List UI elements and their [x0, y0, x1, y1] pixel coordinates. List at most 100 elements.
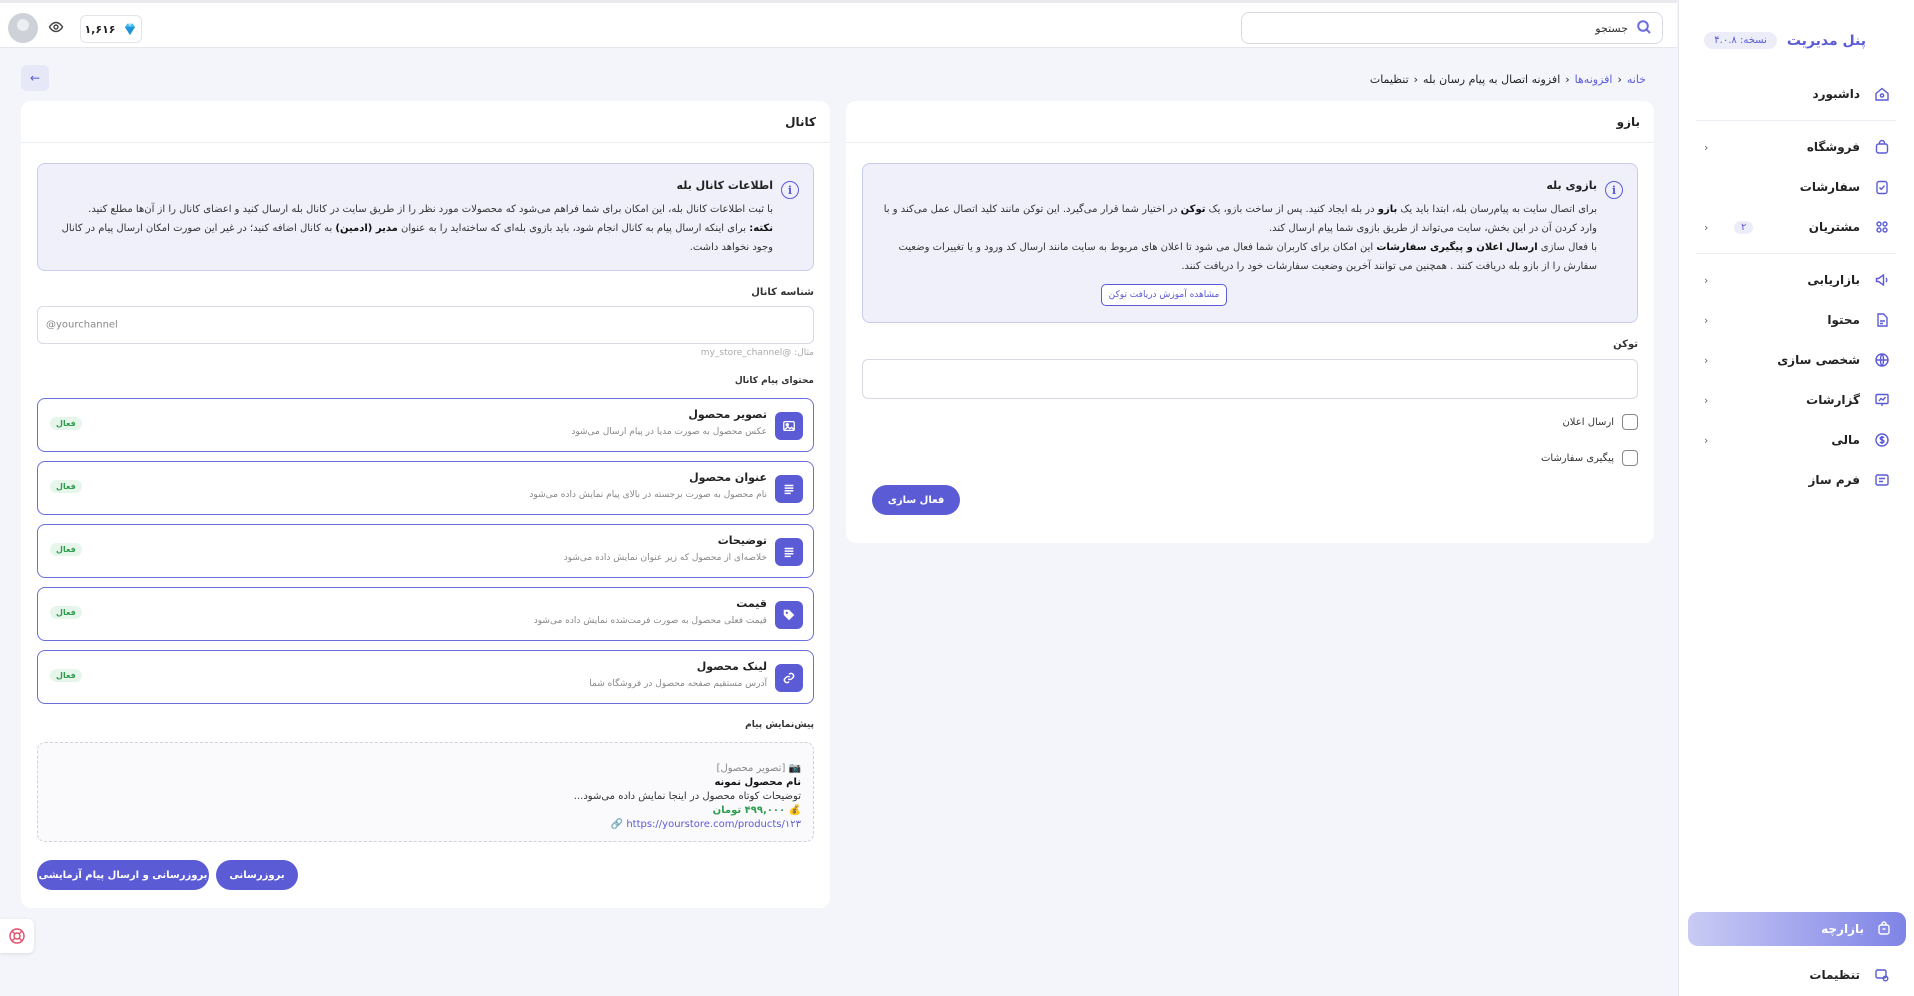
- preview-product-url[interactable]: 🔗 https://yourstore.com/products/۱۲۳: [611, 819, 801, 830]
- option-title: لینک محصول: [696, 660, 767, 673]
- breadcrumb-separator: ‹: [1565, 73, 1570, 86]
- document-icon: [1872, 310, 1892, 330]
- preview-product-price: 💰 ۴۹۹,۰۰۰ تومان: [712, 805, 801, 816]
- sidebar-item-customers[interactable]: مشتریان ۲ ‹: [1678, 207, 1914, 247]
- channel-id-label: شناسه کانال: [751, 287, 814, 298]
- sidebar-item-settings[interactable]: تنظیمات: [1678, 955, 1914, 995]
- sidebar-item-label: مالی: [1831, 433, 1860, 447]
- bazoo-info-title: بازوی بله: [1546, 179, 1597, 192]
- option-price[interactable]: قیمت قیمت فعلی محصول به صورت فرمت‌شده نم…: [37, 587, 814, 641]
- sidebar-item-label: تنظیمات: [1809, 968, 1860, 982]
- text: برای اینکه ارسال پیام به کانال انجام شود…: [397, 223, 750, 234]
- search-input[interactable]: جستجو: [1241, 12, 1663, 44]
- sidebar-item-customization[interactable]: شخصی سازی ‹: [1678, 340, 1914, 380]
- breadcrumb: خانه ‹ افزونه‌ها ‹ افزونه اتصال به پیام …: [1370, 73, 1646, 86]
- eye-icon[interactable]: [48, 19, 64, 38]
- sidebar-item-reports[interactable]: گزارشات ‹: [1678, 380, 1914, 420]
- breadcrumb-plugin: افزونه اتصال به پیام رسان بله: [1423, 73, 1561, 86]
- divider: [1696, 120, 1896, 121]
- option-title: عنوان محصول: [689, 471, 767, 484]
- diamond-icon: [124, 23, 135, 35]
- text-bold: توکن: [1180, 204, 1206, 215]
- preview-product-desc: توضیحات کوتاه محصول در اینجا نمایش داده …: [573, 791, 801, 802]
- message-preview: 📷 [تصویر محصول] نام محصول نمونه توضیحات …: [37, 742, 814, 842]
- option-desc: قیمت فعلی محصول به صورت فرمت‌شده نمایش د…: [533, 616, 767, 626]
- dollar-circle-icon: [1872, 430, 1892, 450]
- chevron-left-icon: ‹: [1704, 393, 1709, 407]
- option-product-title[interactable]: عنوان محصول نام محصول به صورت برجسته در …: [37, 461, 814, 515]
- brand-title: پنل مدیریت: [1786, 32, 1866, 49]
- sidebar-item-form-builder[interactable]: فرم ساز: [1678, 460, 1914, 500]
- image-icon: [775, 412, 803, 440]
- breadcrumb-home[interactable]: خانه: [1627, 73, 1646, 86]
- notify-checkbox-row[interactable]: ارسال اعلان: [1562, 414, 1638, 430]
- clipboard-check-icon: [1872, 177, 1892, 197]
- orders-checkbox-row[interactable]: پیگیری سفارشات: [1541, 450, 1638, 466]
- update-and-test-button[interactable]: بروزرسانی و ارسال پیام آزمایشی: [37, 860, 209, 890]
- option-title: توضیحات: [717, 534, 767, 547]
- sidebar-item-marketing[interactable]: بازاریابی ‹: [1678, 260, 1914, 300]
- search-icon: [1636, 19, 1652, 38]
- breadcrumb-separator: ‹: [1413, 73, 1419, 86]
- preview-product-name: نام محصول نمونه: [714, 777, 801, 788]
- info-icon: i: [781, 181, 799, 199]
- sidebar-item-label: محتوا: [1827, 313, 1860, 327]
- notify-checkbox[interactable]: [1622, 414, 1638, 430]
- option-desc: عکس محصول به صورت مدیا در پیام ارسال می‌…: [571, 427, 767, 437]
- status-badge: فعال: [50, 417, 82, 430]
- bag-icon: [1872, 137, 1892, 157]
- support-icon[interactable]: [0, 919, 34, 953]
- home-icon: [1872, 84, 1892, 104]
- bazoo-card: بازو i بازوی بله برای اتصال سایت به پیام…: [846, 101, 1654, 543]
- users-icon: [1872, 217, 1892, 237]
- update-button[interactable]: بروزرسانی: [216, 860, 298, 890]
- text-bold: مدیر (ادمین): [335, 223, 398, 234]
- credit-amount: ۱,۶۱۶: [84, 22, 116, 36]
- divider: [1696, 253, 1896, 254]
- text-bold: نکته:: [749, 223, 773, 234]
- tutorial-button[interactable]: مشاهده آموزش دریافت توکن: [1101, 284, 1227, 306]
- option-title: تصویر محصول: [688, 408, 767, 421]
- version-badge: نسخه: ۴.۰.۸: [1704, 32, 1777, 49]
- sidebar-item-label: گزارشات: [1806, 393, 1860, 407]
- sidebar-item-label: فرم ساز: [1808, 473, 1860, 487]
- avatar[interactable]: [8, 13, 38, 43]
- channel-id-placeholder: @yourchannel: [46, 319, 118, 331]
- sidebar-item-orders[interactable]: سفارشات: [1678, 167, 1914, 207]
- status-badge: فعال: [50, 669, 82, 682]
- link-icon: [775, 664, 803, 692]
- notify-label: ارسال اعلان: [1562, 416, 1614, 428]
- sidebar-item-content[interactable]: محتوا ‹: [1678, 300, 1914, 340]
- channel-id-input[interactable]: @yourchannel: [37, 306, 814, 344]
- channel-info-text: با ثبت اطلاعات کانال بله، این امکان برای…: [52, 200, 773, 257]
- chevron-left-icon: ‹: [1704, 140, 1709, 154]
- breadcrumb-separator: ‹: [1617, 73, 1622, 86]
- sidebar-item-label: مشتریان: [1808, 220, 1860, 234]
- token-input[interactable]: [862, 359, 1638, 399]
- info-icon: i: [1605, 181, 1623, 199]
- orders-checkbox[interactable]: [1622, 450, 1638, 466]
- option-product-link[interactable]: لینک محصول آدرس مستقیم صفحه محصول در فرو…: [37, 650, 814, 704]
- arrow-left-icon: ←: [29, 71, 41, 85]
- chevron-left-icon: ‹: [1704, 433, 1709, 447]
- sidebar-item-store[interactable]: فروشگاه ‹: [1678, 127, 1914, 167]
- channel-info-box: i اطلاعات کانال بله با ثبت اطلاعات کانال…: [37, 163, 814, 271]
- sidebar-item-dashboard[interactable]: داشبورد: [1678, 74, 1914, 114]
- globe-icon: [1872, 350, 1892, 370]
- sidebar-item-label: سفارشات: [1799, 180, 1860, 194]
- breadcrumb-plugins[interactable]: افزونه‌ها: [1575, 73, 1613, 86]
- activate-button[interactable]: فعال سازی: [872, 485, 960, 515]
- option-product-image[interactable]: تصویر محصول عکس محصول به صورت مدیا در پی…: [37, 398, 814, 452]
- sidebar-item-bazarche[interactable]: بازارچه: [1688, 912, 1906, 946]
- back-button[interactable]: ←: [21, 65, 49, 91]
- sidebar-item-finance[interactable]: مالی ‹: [1678, 420, 1914, 460]
- sidebar-item-label: بازاریابی: [1807, 273, 1860, 287]
- option-description[interactable]: توضیحات خلاصه‌ای از محصول که زیر عنوان ن…: [37, 524, 814, 578]
- chevron-left-icon: ‹: [1704, 220, 1709, 234]
- brand: پنل مدیریت نسخه: ۴.۰.۸: [1704, 32, 1866, 49]
- bazoo-card-title: بازو: [846, 101, 1654, 143]
- preview-label: پیش‌نمایش پیام: [745, 720, 814, 730]
- credit-balance[interactable]: ۱,۶۱۶: [80, 15, 142, 43]
- sidebar-item-label: فروشگاه: [1806, 140, 1860, 154]
- settings-icon: [1872, 965, 1892, 985]
